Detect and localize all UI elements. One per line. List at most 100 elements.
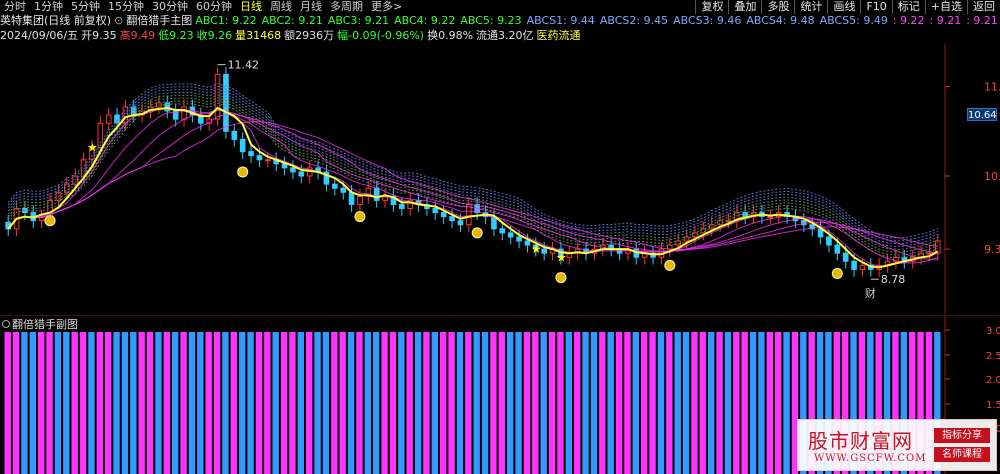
tab-more[interactable]: 更多> — [371, 0, 402, 14]
low-value: 9.23 — [169, 29, 194, 42]
indicator-name[interactable]: 翻倍猎手主图 — [126, 14, 192, 28]
fuquan-button[interactable]: 复权 — [695, 0, 728, 14]
tab-monthly[interactable]: 月线 — [300, 0, 322, 14]
candle — [365, 180, 372, 204]
candle-body — [373, 187, 380, 201]
sub-bar — [523, 332, 531, 474]
ma-yellow-line — [7, 106, 939, 269]
candle-body — [449, 216, 455, 222]
sub-bar — [574, 332, 581, 474]
sub-bar — [657, 332, 665, 474]
main-candlestick-chart[interactable]: 11.3 10.2 9.3 ★ ★ ★ 11.42 8.78 财 — [0, 44, 1000, 314]
sub-bar — [724, 332, 732, 474]
candle-body — [248, 151, 254, 157]
sub-bar — [465, 332, 472, 474]
back-button[interactable]: 返回 — [967, 0, 1000, 14]
money-bag-icon — [44, 215, 56, 227]
tab-multi-period[interactable]: 多周期 — [330, 0, 363, 14]
sub-bar — [708, 332, 715, 474]
candle-body — [851, 260, 857, 270]
low-marker-label: 8.78 — [881, 273, 906, 286]
settings-icon[interactable]: ⊙ — [114, 14, 123, 28]
candle — [893, 249, 899, 269]
candle — [239, 132, 246, 159]
money-bag-shape — [555, 272, 567, 284]
tab-weekly[interactable]: 周线 — [270, 0, 292, 14]
candle — [290, 160, 296, 180]
money-bag-icon — [664, 259, 676, 271]
candle-body — [239, 138, 246, 153]
upper-band-line — [7, 94, 938, 250]
money-bag-shape — [831, 268, 843, 279]
tab-5min[interactable]: 5分钟 — [71, 0, 100, 14]
quote-line: 2024/09/06/五 开 9.35 高 9.49 低 9.23 收 9.26… — [0, 29, 581, 43]
sub-bar — [364, 332, 371, 474]
sub-bar — [674, 332, 681, 474]
watermark-tag-share[interactable]: 指标分享 — [934, 428, 990, 443]
watermark-tag-course[interactable]: 名师课程 — [934, 447, 990, 462]
sub-bar — [163, 332, 170, 474]
tab-15min[interactable]: 15分钟 — [108, 0, 144, 14]
tab-60min[interactable]: 60分钟 — [196, 0, 232, 14]
abc-value-12: : 9.21 — [966, 14, 998, 27]
star-icon: ★ — [531, 242, 542, 256]
magenta-fan-line — [7, 108, 938, 264]
sub-bar — [590, 332, 598, 474]
sub-bar — [741, 332, 748, 474]
candle — [38, 209, 45, 228]
mark-button[interactable]: 标记 — [891, 0, 925, 14]
f10-button[interactable]: F10 — [860, 0, 891, 14]
draw-line-button[interactable]: 画线 — [827, 0, 860, 14]
tab-30min[interactable]: 30分钟 — [152, 0, 188, 14]
abc-value-0: ABC1: 9.22 — [195, 14, 257, 27]
candle — [315, 160, 321, 180]
candle-body — [105, 114, 112, 124]
candle-body — [859, 264, 866, 270]
sub-bar — [733, 332, 740, 474]
sub-bar — [255, 332, 263, 474]
candle-body — [223, 73, 229, 132]
money-bag-icon — [237, 166, 249, 178]
candle — [407, 193, 413, 216]
statistics-button[interactable]: 统计 — [794, 0, 827, 14]
float-label: 流通 — [476, 29, 499, 42]
sub-bar — [749, 332, 757, 474]
abc-values: ABC1: 9.22 ABC2: 9.21 ABC3: 9.21 ABC4: 9.22… — [195, 14, 1000, 28]
candle-body — [499, 228, 506, 234]
sub-bar — [222, 332, 229, 474]
low-marker-char: 财 — [865, 286, 876, 300]
sub-bar — [532, 332, 539, 474]
candle — [466, 197, 472, 233]
tab-daily[interactable]: 日线 — [240, 0, 262, 14]
candle-body — [507, 232, 514, 238]
sub-bar — [775, 332, 782, 474]
watermark-logo: 股市财富网 WWW.GSCFW.COM 指标分享 名师课程 — [797, 419, 997, 471]
overlay-button[interactable]: 叠加 — [728, 0, 761, 14]
y-tick-label: 9.3 — [984, 243, 1000, 256]
open-value: 9.35 — [92, 29, 117, 42]
sector-label[interactable]: 医药流通 — [537, 29, 581, 43]
sub-bar — [88, 332, 95, 474]
sub-bar — [615, 332, 623, 474]
sub-bar — [758, 332, 765, 474]
candle-body — [298, 171, 305, 177]
magenta-fan-line — [7, 107, 938, 267]
sub-bar — [624, 332, 631, 474]
tab-1min[interactable]: 1分钟 — [34, 0, 63, 14]
add-watchlist-button[interactable]: +自选 — [924, 0, 967, 14]
open-label: 开 — [81, 29, 93, 42]
sub-bar — [498, 332, 505, 474]
float-cap-value: 3.20亿 — [498, 29, 534, 42]
candle — [281, 156, 288, 176]
sub-bar — [582, 332, 589, 474]
tab-fenshi[interactable]: 分时 — [4, 0, 26, 14]
candle-body — [826, 236, 832, 246]
multi-stock-button[interactable]: 多股 — [761, 0, 794, 14]
money-bag-shape — [664, 259, 676, 271]
sub-bar — [448, 332, 455, 474]
sub-bar — [389, 332, 397, 474]
sub-bar — [29, 332, 36, 474]
money-bag-icon — [471, 227, 483, 239]
magenta-fan-line — [7, 109, 938, 260]
sub-bar — [540, 332, 547, 474]
